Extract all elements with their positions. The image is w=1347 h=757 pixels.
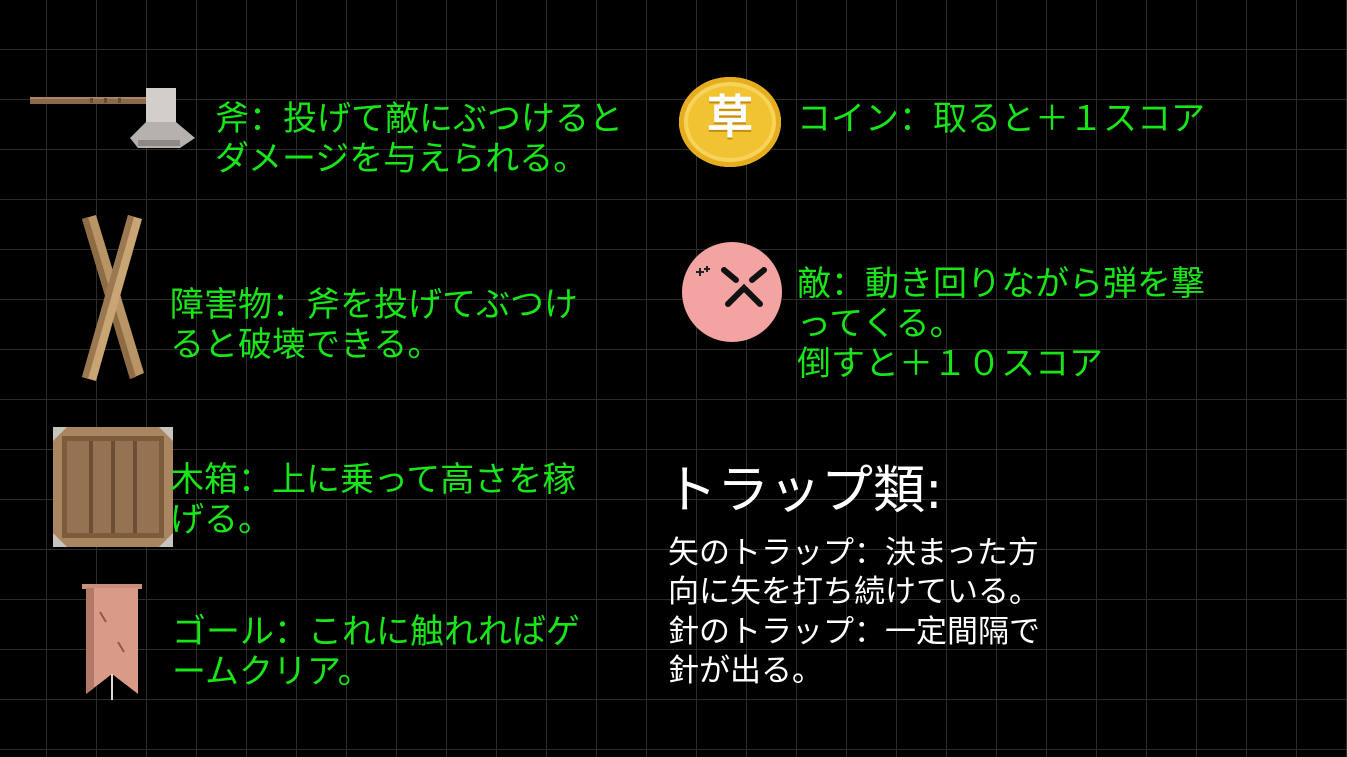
crate-description: 木箱：上に乗って高さを稼 げる。 [170,460,577,541]
angry-face-enemy-icon [682,242,782,342]
crossed-sticks-icon [82,215,144,381]
coin-description: コイン：取ると＋１スコア [797,99,1205,139]
enemy-description: 敵：動き回りながら弾を撃 ってくる。 倒すと＋１０スコア [797,264,1205,385]
coin-glyph: 草 [707,90,753,144]
gold-coin-icon: 草 [679,77,781,167]
banner-flag-icon [82,584,142,700]
obstacle-description: 障害物：斧を投げてぶつけ ると破壊できる。 [170,285,578,366]
traps-heading: トラップ類: [665,461,943,521]
wooden-crate-icon [53,427,173,547]
axe-description: 斧：投げて敵にぶつけると ダメージを与えられる。 [215,99,623,180]
traps-description: 矢のトラップ：決まった方 向に矢を打ち続けている。 針のトラップ：一定間隔で 針… [668,535,1040,690]
goal-description: ゴール：これに触れればゲ ームクリア。 [172,612,580,693]
axe-icon [30,88,195,148]
